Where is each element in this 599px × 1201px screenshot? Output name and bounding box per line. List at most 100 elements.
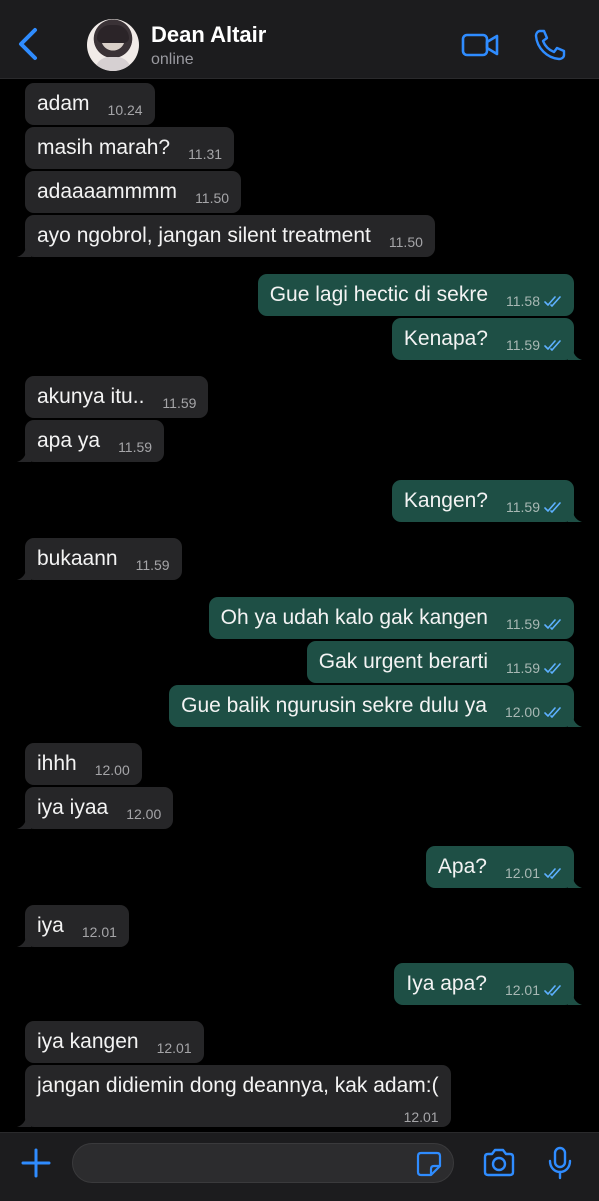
camera-icon[interactable]: [482, 1148, 516, 1178]
message-timestamp: 11.59: [136, 553, 170, 577]
message-text: iya iyaa: [37, 796, 109, 819]
incoming-message-bubble[interactable]: ayo ngobrol, jangan silent treatment 11.5…: [17, 215, 435, 257]
bubble-tail-shape: [568, 713, 582, 727]
bubble-tail-shape: [17, 1113, 31, 1127]
bubble-tail-shape: [17, 243, 31, 257]
bubble-tail-shape: [17, 933, 31, 947]
incoming-message-bubble[interactable]: iya kangen 12.01: [25, 1021, 204, 1063]
outgoing-message-bubble[interactable]: Apa? 12.01: [425, 846, 582, 888]
message-text: ihhh: [37, 752, 77, 775]
video-camera-icon[interactable]: [461, 30, 499, 60]
message-timestamp: 12.00: [126, 802, 161, 826]
bubble-tail-shape: [568, 346, 582, 360]
bubble-tail-shape: [17, 815, 31, 829]
timestamp-text: 12.01: [81, 924, 117, 940]
outgoing-message-bubble[interactable]: Gue balik ngurusin sekre dulu ya 12.00: [169, 685, 582, 727]
incoming-message-bubble[interactable]: akunya itu.. 11.59: [25, 376, 209, 418]
message-list[interactable]: adam 10.24 masih marah? 11.31 adaaaammmm 11.5…: [0, 80, 599, 1132]
timestamp-text: 11.59: [135, 557, 170, 573]
incoming-message-bubble[interactable]: iya 12.01: [17, 905, 129, 947]
message-timestamp: 11.58: [506, 289, 562, 313]
message-timestamp: 11.50: [389, 230, 423, 254]
message-timestamp: 12.01: [404, 1105, 439, 1129]
outgoing-message-bubble[interactable]: Iya apa? 12.01: [394, 963, 582, 1005]
timestamp-text: 11.59: [162, 395, 197, 411]
bubble-tail-shape: [17, 448, 31, 462]
outgoing-message-bubble[interactable]: Kangen? 11.59: [391, 480, 582, 522]
timestamp-text: 11.31: [188, 146, 223, 162]
message-text: Kenapa?: [403, 327, 488, 350]
timestamp-text: 12.00: [94, 762, 130, 778]
message-text: Iya apa?: [406, 972, 487, 995]
message-timestamp: 11.59: [118, 435, 152, 459]
message-timestamp: 11.59: [506, 495, 562, 519]
contact-name[interactable]: Dean Altair: [151, 22, 266, 48]
timestamp-text: 12.01: [504, 982, 540, 998]
message-text: Gak urgent berarti: [318, 650, 488, 673]
incoming-message-bubble[interactable]: jangan didiemin dong deannya, kak adam:(…: [17, 1065, 451, 1129]
message-timestamp: 11.59: [506, 612, 562, 636]
message-timestamp: 12.00: [505, 700, 562, 724]
message-text: masih marah?: [37, 136, 171, 159]
message-text: bukaann: [37, 547, 118, 570]
timestamp-text: 11.59: [506, 499, 540, 515]
timestamp-text: 11.50: [388, 234, 423, 250]
message-composer: [0, 1132, 599, 1201]
message-timestamp: 11.50: [195, 186, 229, 210]
message-timestamp: 11.59: [506, 656, 562, 680]
message-text: adam: [37, 92, 90, 115]
message-timestamp: 12.01: [82, 920, 117, 944]
double-check-read-icon: [544, 296, 561, 307]
bubble-tail-shape: [568, 991, 582, 1005]
timestamp-text: 11.59: [118, 439, 153, 455]
incoming-message-bubble[interactable]: adam 10.24: [25, 83, 155, 125]
timestamp-text: 11.59: [506, 616, 540, 632]
timestamp-text: 12.01: [403, 1109, 439, 1125]
outgoing-message-bubble[interactable]: Kenapa? 11.59: [391, 318, 582, 360]
incoming-message-bubble[interactable]: masih marah? 11.31: [25, 127, 235, 169]
contact-avatar[interactable]: [87, 19, 139, 71]
message-timestamp: 10.24: [108, 98, 143, 122]
double-check-read-icon: [544, 707, 561, 718]
timestamp-text: 12.00: [504, 704, 540, 720]
message-text: Gue balik ngurusin sekre dulu ya: [181, 694, 487, 717]
incoming-message-bubble[interactable]: bukaann 11.59: [17, 538, 182, 580]
message-text: Gue lagi hectic di sekre: [269, 283, 488, 306]
outgoing-message-bubble[interactable]: Gak urgent berarti 11.59: [306, 641, 574, 683]
chevron-left-icon[interactable]: [14, 27, 44, 61]
timestamp-text: 12.01: [504, 865, 540, 881]
message-input[interactable]: [72, 1143, 454, 1183]
avatar-hair-shape: [97, 25, 129, 43]
double-check-read-icon: [544, 985, 561, 996]
timestamp-text: 11.50: [195, 190, 230, 206]
message-text: Oh ya udah kalo gak kangen: [220, 606, 488, 629]
message-text: adaaaammmm: [37, 180, 178, 203]
microphone-icon[interactable]: [547, 1146, 573, 1180]
message-text: iya kangen: [37, 1030, 139, 1053]
incoming-message-bubble[interactable]: ihhh 12.00: [25, 743, 142, 785]
incoming-message-bubble[interactable]: apa ya 11.59: [17, 420, 165, 462]
message-text: ayo ngobrol, jangan silent treatment: [37, 224, 371, 247]
message-timestamp: 12.01: [505, 978, 562, 1002]
timestamp-text: 10.24: [107, 102, 143, 118]
message-text: iya: [37, 914, 64, 937]
phone-icon[interactable]: [533, 28, 567, 62]
timestamp-text: 12.01: [156, 1040, 192, 1056]
message-timestamp: 11.59: [162, 391, 196, 415]
message-text: jangan didiemin dong deannya, kak adam:(: [37, 1074, 439, 1097]
incoming-message-bubble[interactable]: iya iyaa 12.00: [17, 787, 174, 829]
timestamp-text: 11.58: [506, 293, 540, 309]
message-timestamp: 12.01: [505, 861, 562, 885]
message-text: apa ya: [37, 429, 101, 452]
bubble-tail-shape: [568, 508, 582, 522]
message-text: Apa?: [437, 855, 487, 878]
plus-icon[interactable]: [20, 1147, 52, 1179]
outgoing-message-bubble[interactable]: Oh ya udah kalo gak kangen 11.59: [208, 597, 574, 639]
message-timestamp: 12.01: [157, 1036, 192, 1060]
outgoing-message-bubble[interactable]: Gue lagi hectic di sekre 11.58: [257, 274, 574, 316]
incoming-message-bubble[interactable]: adaaaammmm 11.50: [25, 171, 242, 213]
contact-status: online: [151, 51, 194, 68]
timestamp-text: 11.59: [506, 660, 540, 676]
sticker-icon[interactable]: [416, 1151, 442, 1177]
message-timestamp: 11.59: [506, 333, 562, 357]
